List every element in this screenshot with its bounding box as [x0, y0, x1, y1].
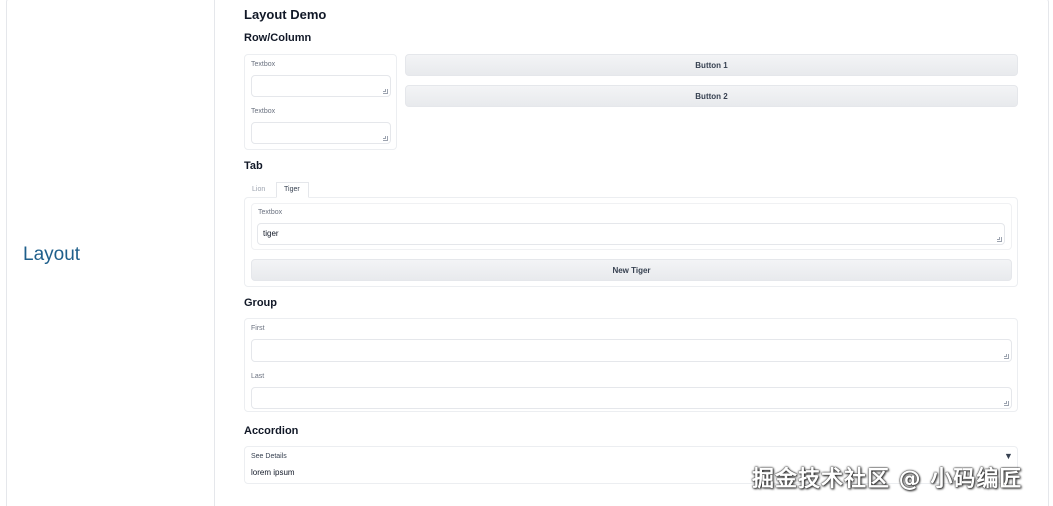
resize-handle-icon[interactable]	[1004, 401, 1009, 406]
tab-heading: Tab	[244, 160, 263, 172]
watermark: 掘金技术社区 @ 小码编匠	[752, 467, 1023, 492]
last-input[interactable]	[251, 387, 1012, 409]
tab-textbox-label: Textbox	[258, 209, 283, 216]
row-column-heading: Row/Column	[244, 32, 312, 44]
first-label: First	[251, 325, 265, 332]
accordion-heading: Accordion	[244, 425, 299, 437]
resize-handle-icon[interactable]	[383, 89, 388, 94]
tab-lion[interactable]: Lion	[252, 186, 265, 193]
button-1[interactable]: Button 1	[405, 54, 1018, 76]
button-2[interactable]: Button 2	[405, 85, 1018, 107]
textbox-input-1[interactable]	[251, 75, 391, 97]
textbox-label: Textbox	[251, 61, 276, 68]
chevron-down-icon[interactable]: ▼	[1004, 451, 1013, 461]
accordion-summary[interactable]: See Details	[251, 453, 287, 460]
textbox-label: Textbox	[251, 108, 276, 115]
sidebar-label: Layout	[23, 244, 81, 265]
tab-textbox-input[interactable]	[257, 223, 1005, 245]
accordion-content: lorem ipsum	[251, 468, 295, 477]
new-tiger-button[interactable]: New Tiger	[251, 259, 1012, 281]
resize-handle-icon[interactable]	[383, 136, 388, 141]
textbox-input-2[interactable]	[251, 122, 391, 144]
tab-textbox-value: tiger	[263, 229, 279, 238]
last-label: Last	[251, 373, 265, 380]
group-heading: Group	[244, 297, 277, 309]
resize-handle-icon[interactable]	[1004, 354, 1009, 359]
tab-tiger[interactable]: Tiger	[284, 186, 300, 193]
first-input[interactable]	[251, 339, 1012, 362]
page-title: Layout Demo	[244, 7, 327, 22]
resize-handle-icon[interactable]	[997, 237, 1002, 242]
column-divider	[214, 0, 215, 506]
